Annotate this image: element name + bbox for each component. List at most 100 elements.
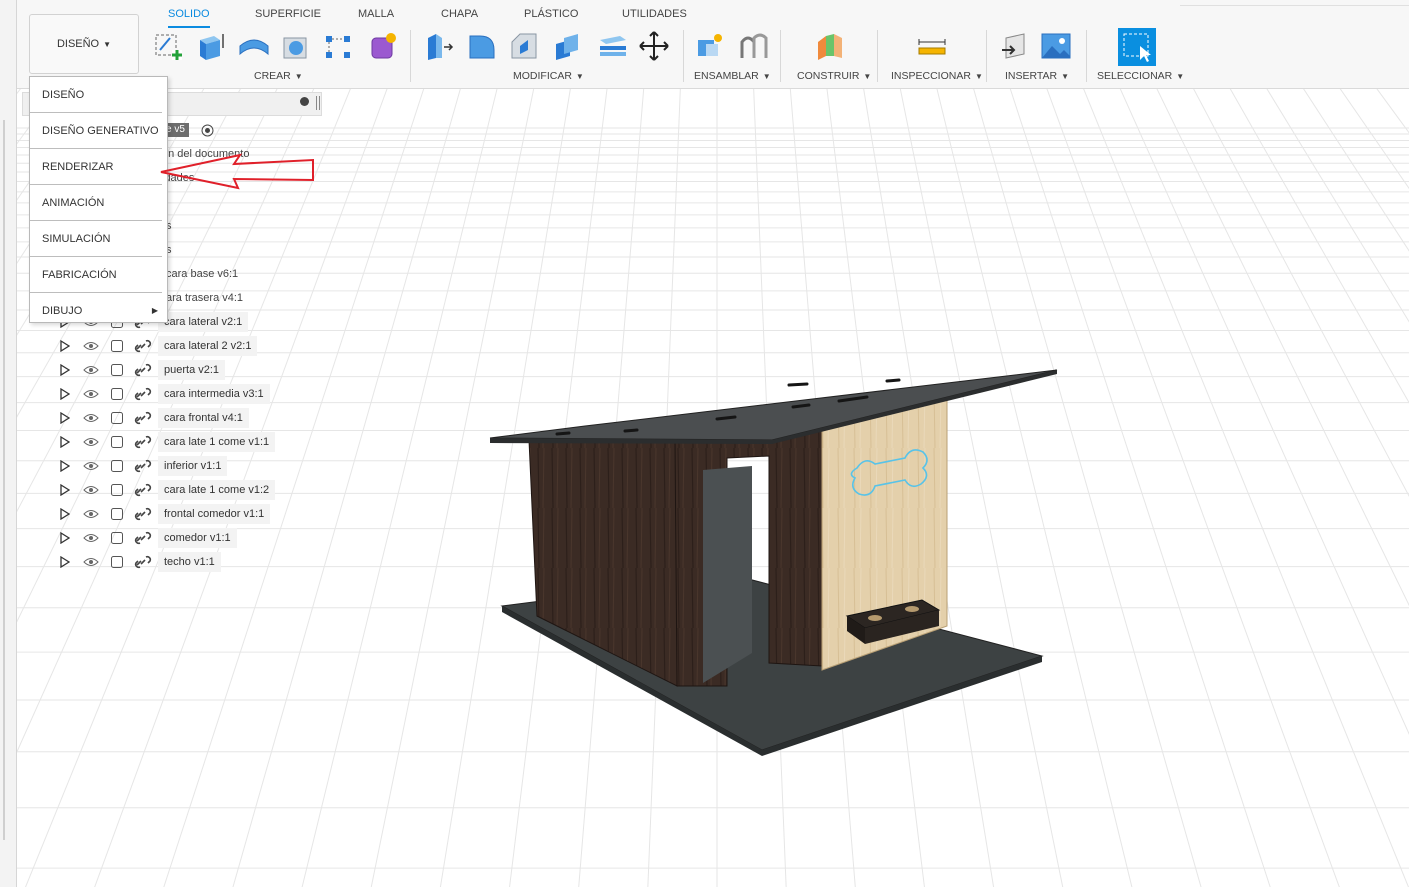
left-edge-scroll[interactable] (3, 120, 5, 840)
component-row[interactable]: cara frontal v4:1 (52, 408, 249, 428)
component-label: cara late 1 come v1:1 (158, 432, 276, 452)
component-box-icon[interactable] (104, 408, 130, 428)
link-icon (130, 456, 156, 476)
expand-triangle-icon[interactable] (52, 384, 78, 404)
expand-triangle-icon[interactable] (52, 360, 78, 380)
link-icon (130, 384, 156, 404)
component-row[interactable]: comedor v1:1 (52, 528, 237, 548)
component-row[interactable]: techo v1:1 (52, 552, 221, 572)
press-pull-icon[interactable] (421, 28, 455, 64)
menu-item-fabricacion[interactable]: FABRICACIÓN (30, 257, 162, 293)
form-icon[interactable] (365, 28, 399, 64)
visibility-eye-icon[interactable] (78, 408, 104, 428)
component-box-icon[interactable] (104, 480, 130, 500)
workspace-label: DISEÑO (56, 38, 100, 50)
group-seleccionar[interactable]: SELECCIONAR ▼ (1097, 70, 1184, 82)
menu-item-dibujo[interactable]: DIBUJO ▶ (30, 293, 162, 328)
menu-item-diseno-generativo[interactable]: DISEÑO GENERATIVO (30, 113, 162, 149)
menu-item-renderizar[interactable]: RENDERIZAR (30, 149, 162, 185)
joint-icon[interactable] (737, 28, 771, 64)
visibility-eye-icon[interactable] (78, 384, 104, 404)
group-insertar[interactable]: INSERTAR ▼ (1005, 70, 1069, 82)
component-row[interactable]: frontal comedor v1:1 (52, 504, 271, 524)
chamfer-icon[interactable] (507, 28, 541, 64)
component-box-icon[interactable] (104, 456, 130, 476)
measure-icon[interactable] (915, 28, 949, 64)
visibility-eye-icon[interactable] (78, 528, 104, 548)
component-row[interactable]: inferior v1:1 (52, 456, 228, 476)
menu-item-animacion[interactable]: ANIMACIÓN (30, 185, 162, 221)
main-toolbar: DISEÑO ▼ SOLIDO SUPERFICIE MALLA CHAPA PL… (17, 0, 1409, 89)
group-ensamblar[interactable]: ENSAMBLAR ▼ (694, 70, 771, 82)
expand-triangle-icon[interactable] (52, 552, 78, 572)
link-icon (130, 408, 156, 428)
component-row[interactable]: puerta v2:1 (52, 360, 226, 380)
tab-solido[interactable]: SOLIDO (168, 8, 210, 28)
component-box-icon[interactable] (104, 528, 130, 548)
visibility-eye-icon[interactable] (78, 552, 104, 572)
insert-derive-icon[interactable] (997, 28, 1031, 64)
select-icon[interactable] (1118, 28, 1156, 66)
combine-icon[interactable] (595, 28, 629, 64)
component-box-icon[interactable] (104, 432, 130, 452)
insert-image-icon[interactable] (1039, 28, 1073, 64)
menu-item-simulacion[interactable]: SIMULACIÓN (30, 221, 162, 257)
group-construir[interactable]: CONSTRUIR ▼ (797, 70, 871, 82)
expand-triangle-icon[interactable] (52, 480, 78, 500)
expand-triangle-icon[interactable] (52, 456, 78, 476)
tab-plastico[interactable]: PLÁSTICO (524, 8, 578, 26)
tab-superficie[interactable]: SUPERFICIE (255, 8, 321, 26)
component-box-icon[interactable] (104, 384, 130, 404)
component-box-icon[interactable] (104, 552, 130, 572)
component-box-icon[interactable] (104, 504, 130, 524)
visibility-eye-icon[interactable] (78, 360, 104, 380)
roof[interactable] (489, 369, 1058, 441)
visibility-eye-icon[interactable] (78, 480, 104, 500)
annotation-arrow-icon (160, 153, 314, 190)
visibility-eye-icon[interactable] (78, 432, 104, 452)
pattern-icon[interactable] (321, 28, 355, 64)
new-component-icon[interactable] (693, 28, 727, 64)
revolve-icon[interactable] (237, 28, 271, 64)
visibility-eye-icon[interactable] (78, 504, 104, 524)
doghouse-model[interactable] (489, 369, 1058, 756)
side-wall-left[interactable] (528, 439, 678, 687)
component-label: techo v1:1 (158, 552, 221, 572)
shell-icon[interactable] (551, 28, 585, 64)
menu-item-diseno[interactable]: DISEÑO (30, 77, 162, 113)
expand-triangle-icon[interactable] (52, 504, 78, 524)
move-icon[interactable] (637, 28, 671, 64)
browser-component-cara-base[interactable]: cara base v6:1 (166, 268, 238, 280)
create-sketch-icon[interactable] (151, 28, 185, 64)
component-row[interactable]: cara intermedia v3:1 (52, 384, 270, 404)
separator (877, 30, 878, 82)
expand-triangle-icon[interactable] (52, 432, 78, 452)
expand-triangle-icon[interactable] (52, 528, 78, 548)
hole-icon[interactable] (279, 28, 313, 64)
panel-minimize-icon[interactable] (300, 97, 309, 106)
tab-malla[interactable]: MALLA (358, 8, 394, 26)
panel-resize-handle-icon[interactable] (316, 96, 320, 110)
tab-chapa[interactable]: CHAPA (441, 8, 478, 26)
visibility-eye-icon[interactable] (78, 456, 104, 476)
offset-plane-icon[interactable] (813, 28, 847, 64)
component-box-icon[interactable] (104, 360, 130, 380)
component-box-icon[interactable] (104, 336, 130, 356)
workspace-switcher-button[interactable]: DISEÑO ▼ (29, 14, 139, 74)
group-inspeccionar[interactable]: INSPECCIONAR ▼ (891, 70, 983, 82)
separator (683, 30, 684, 82)
expand-triangle-icon[interactable] (52, 336, 78, 356)
component-row[interactable]: cara late 1 come v1:1 (52, 432, 276, 452)
component-row[interactable]: cara late 1 come v1:2 (52, 480, 276, 500)
extrude-icon[interactable] (193, 28, 227, 64)
fillet-icon[interactable] (465, 28, 499, 64)
expand-triangle-icon[interactable] (52, 408, 78, 428)
active-radio-icon[interactable] (201, 124, 214, 137)
visibility-eye-icon[interactable] (78, 336, 104, 356)
workspace-dropdown-menu: DISEÑO DISEÑO GENERATIVO RENDERIZAR ANIM… (29, 76, 168, 323)
group-modificar[interactable]: MODIFICAR ▼ (513, 70, 584, 82)
tab-utilidades[interactable]: UTILIDADES (622, 8, 687, 26)
group-crear[interactable]: CREAR ▼ (254, 70, 303, 82)
browser-component-cara-trasera[interactable]: ara trasera v4:1 (166, 292, 243, 304)
component-row[interactable]: cara lateral 2 v2:1 (52, 336, 258, 356)
